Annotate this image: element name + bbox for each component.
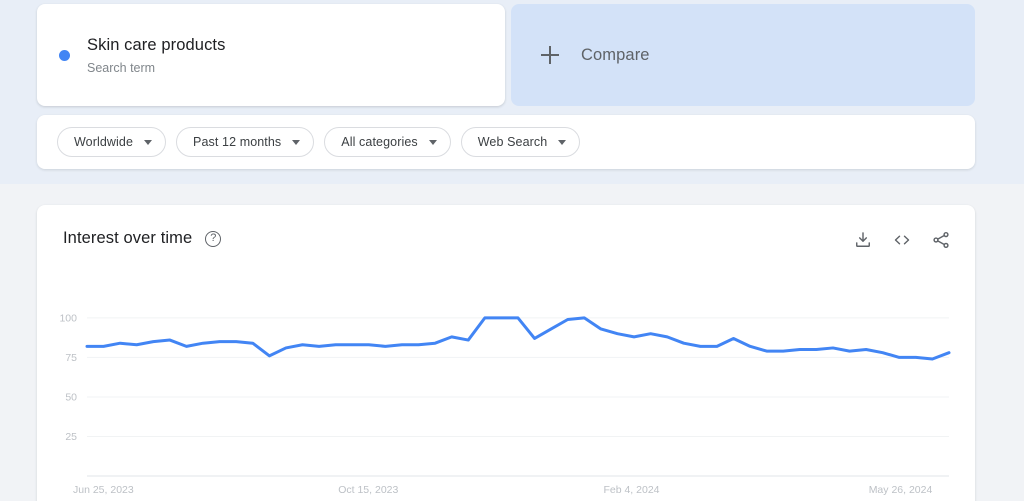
compare-label: Compare: [581, 45, 650, 64]
interest-line-chart: 25 50 75 100 Jun 25, 2023 Oct 15, 2023 Feb 4,…: [59, 312, 951, 496]
query-row: Skin care products Search term Compare: [37, 4, 975, 106]
chevron-down-icon: [144, 139, 153, 145]
help-circle-icon[interactable]: ?: [205, 230, 222, 247]
gridlines: [87, 317, 949, 437]
x-axis-tick-label: Feb 4, 2024: [603, 484, 659, 496]
y-axis-tick-label: 50: [65, 391, 77, 403]
share-icon[interactable]: [931, 230, 951, 250]
chevron-down-icon: [292, 139, 301, 145]
filter-timerange[interactable]: Past 12 months: [176, 127, 315, 157]
filter-location[interactable]: Worldwide: [57, 127, 167, 157]
y-axis-labels: 25 50 75 100: [59, 312, 77, 443]
x-axis-tick-label: May 26, 2024: [869, 484, 933, 496]
filter-location-label: Worldwide: [74, 135, 134, 149]
filter-category-label: All categories: [341, 135, 418, 149]
filter-category[interactable]: All categories: [324, 127, 451, 157]
filter-timerange-label: Past 12 months: [193, 135, 282, 149]
chart-actions: [853, 230, 951, 250]
chart-title: Interest over time: [63, 229, 193, 247]
chart-header: Interest over time ?: [63, 229, 222, 248]
chevron-down-icon: [558, 139, 567, 145]
x-axis-labels: Jun 25, 2023 Oct 15, 2023 Feb 4, 2024 May 2…: [73, 484, 932, 496]
filter-search-type[interactable]: Web Search: [460, 127, 581, 157]
series-line-skin-care-products: [85, 316, 951, 361]
y-axis-tick-label: 75: [65, 352, 77, 364]
compare-button[interactable]: Compare: [511, 4, 975, 106]
search-term-type: Search term: [87, 61, 156, 75]
x-axis-tick-label: Jun 25, 2023: [73, 484, 134, 496]
search-term-text: Skin care products Search term: [87, 34, 225, 76]
chevron-down-icon: [428, 139, 437, 145]
interest-over-time-card: Interest over time ? 25 50 75 100 Jun 25…: [37, 205, 975, 501]
series-color-dot: [59, 49, 70, 61]
embed-code-icon[interactable]: [892, 230, 912, 250]
x-axis-tick-label: Oct 15, 2023: [338, 484, 398, 496]
plus-icon: [541, 46, 559, 64]
search-term-card[interactable]: Skin care products Search term: [37, 4, 505, 106]
filter-search-type-label: Web Search: [477, 135, 548, 149]
y-axis-tick-label: 25: [65, 431, 77, 443]
chart-plot-area[interactable]: 25 50 75 100 Jun 25, 2023 Oct 15, 2023 Feb 4,…: [37, 300, 975, 500]
trends-page: Skin care products Search term Compare W…: [0, 0, 1024, 501]
download-icon[interactable]: [853, 230, 873, 250]
y-axis-tick-label: 100: [59, 312, 77, 324]
search-term-label: Skin care products: [87, 36, 226, 54]
filter-bar: Worldwide Past 12 months All categories …: [37, 115, 975, 169]
